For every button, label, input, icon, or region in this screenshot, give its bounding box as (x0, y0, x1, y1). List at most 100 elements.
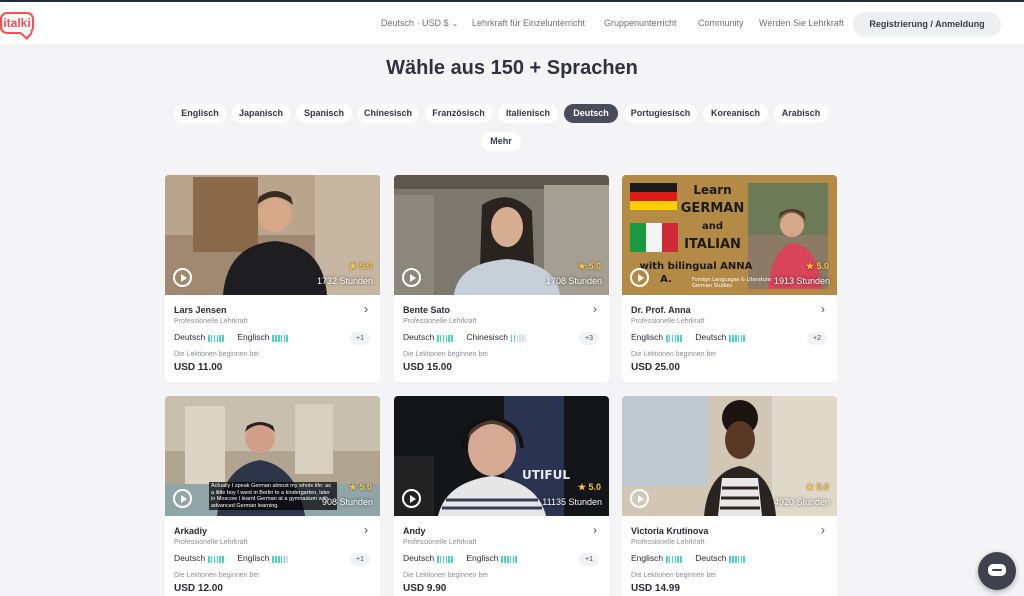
teacher-name[interactable]: Bente Sato (403, 305, 450, 315)
lang-pill-german[interactable]: Deutsch (564, 104, 618, 123)
teacher-video-thumbnail[interactable]: ★ 5.0 1708 Stunden (394, 175, 609, 295)
teacher-card-victoria-krutinova[interactable]: ★ 5.0 4920 Stunden Victoria Krutinova › … (622, 396, 837, 596)
teacher-card-arkadiy[interactable]: Actually I speak German almost my whole … (165, 396, 380, 596)
locale-selector[interactable]: Deutsch · USD $ ⌄ (381, 18, 458, 28)
language-item: Deutsch (695, 332, 746, 343)
teacher-video-thumbnail[interactable]: ★ 5.0 1732 Stunden (165, 175, 380, 295)
more-languages-badge[interactable]: +1 (350, 553, 370, 566)
rating-badge: ★ 5.0 (805, 482, 829, 492)
teacher-name[interactable]: Lars Jensen (174, 305, 227, 315)
teacher-type: Professionelle Lehrkraft (403, 539, 477, 546)
teacher-languages: Deutsch Englisch (174, 553, 299, 564)
teacher-languages: Deutsch Englisch (174, 332, 299, 343)
teacher-card-bente-sato[interactable]: ★ 5.0 1708 Stunden Bente Sato › Professi… (394, 175, 609, 382)
play-icon[interactable] (630, 268, 649, 287)
level-bars-icon (272, 554, 289, 564)
lesson-price: USD 14.99 (631, 583, 680, 594)
lang-pill-italian[interactable]: Italienisch (498, 104, 558, 123)
nav-community[interactable]: Community (698, 18, 744, 28)
teacher-name[interactable]: Dr. Prof. Anna (631, 305, 691, 315)
teacher-video-thumbnail[interactable]: Learn GERMAN and ITALIAN with bilingual … (622, 175, 837, 295)
teacher-name[interactable]: Arkadiy (174, 526, 207, 536)
rating-value: 5.0 (816, 482, 829, 492)
rating-value: 5.0 (588, 261, 601, 271)
lesson-hours: 1913 Stunden (773, 276, 830, 286)
language-name: Englisch (631, 332, 664, 342)
chevron-right-icon[interactable]: › (593, 302, 597, 316)
teacher-languages: Deutsch Chinesisch (403, 332, 538, 343)
language-item: Englisch (237, 553, 289, 564)
level-bars-icon (510, 333, 528, 343)
nav-one-on-one[interactable]: Lehrkraft für Einzelunterricht (472, 18, 585, 28)
rating-badge: ★ 5.0 (805, 261, 829, 271)
chevron-right-icon[interactable]: › (821, 523, 825, 537)
language-item: Chinesisch (466, 332, 527, 343)
teacher-video-thumbnail[interactable]: Actually I speak German almost my whole … (165, 396, 380, 516)
language-name: Englisch (237, 553, 270, 563)
level-bars-icon (437, 333, 454, 343)
level-bars-icon (666, 333, 683, 343)
level-bars-icon (729, 554, 746, 564)
play-icon[interactable] (173, 268, 192, 287)
lang-pill-korean[interactable]: Koreanisch (703, 104, 768, 123)
more-languages-badge[interactable]: +1 (579, 553, 599, 566)
chat-support-button[interactable] (978, 552, 1016, 590)
lang-pill-portuguese[interactable]: Portugiesisch (624, 104, 697, 123)
level-bars-icon (272, 333, 289, 343)
chevron-right-icon[interactable]: › (821, 302, 825, 316)
level-bars-icon (729, 333, 746, 343)
play-icon[interactable] (173, 489, 192, 508)
more-languages-badge[interactable]: +1 (350, 332, 370, 345)
lesson-price: USD 25.00 (631, 362, 680, 373)
teacher-name[interactable]: Victoria Krutinova (631, 526, 708, 536)
promo-line: ITALIAN (684, 237, 741, 252)
play-icon[interactable] (402, 268, 421, 287)
teacher-video-thumbnail[interactable]: UTIFUL ★ 5.0 11135 Stunden (394, 396, 609, 516)
chevron-right-icon[interactable]: › (364, 302, 368, 316)
lang-pill-spanish[interactable]: Spanisch (296, 104, 352, 123)
lang-pill-arabic[interactable]: Arabisch (774, 104, 828, 123)
lang-pill-french[interactable]: Französisch (425, 104, 492, 123)
teacher-video-thumbnail[interactable]: ★ 5.0 4920 Stunden (622, 396, 837, 516)
lang-pill-japanese[interactable]: Japanisch (232, 104, 290, 123)
teacher-type: Professionelle Lehrkraft (631, 318, 705, 325)
language-item: Englisch (237, 332, 289, 343)
level-bars-icon (208, 333, 225, 343)
lang-pill-chinese[interactable]: Chinesisch (358, 104, 418, 123)
lang-pill-more[interactable]: Mehr (481, 132, 521, 151)
teacher-name[interactable]: Andy (403, 526, 426, 536)
price-label: Die Lektionen beginnen bei (631, 351, 716, 358)
chevron-right-icon[interactable]: › (593, 523, 597, 537)
top-bar: italki Deutsch · USD $ ⌄ Lehrkraft für Ei… (0, 0, 1024, 44)
lesson-hours: 11135 Stunden (542, 497, 602, 507)
italki-logo[interactable]: italki (0, 12, 34, 34)
nav-group-classes[interactable]: Gruppenunterricht (604, 18, 677, 28)
promo-line: and (701, 221, 724, 232)
play-icon[interactable] (630, 489, 649, 508)
more-languages-badge[interactable]: +3 (579, 332, 599, 345)
more-languages-badge[interactable]: +2 (807, 332, 827, 345)
language-item: Deutsch (174, 332, 225, 343)
language-name: Englisch (631, 553, 664, 563)
language-item: Englisch (631, 553, 683, 564)
rating-value: 5.0 (816, 261, 829, 271)
lang-pill-english[interactable]: Englisch (174, 104, 226, 123)
teacher-card-dr-prof-anna[interactable]: Learn GERMAN and ITALIAN with bilingual … (622, 175, 837, 382)
price-label: Die Lektionen beginnen bei (174, 572, 259, 579)
teacher-type: Professionelle Lehrkraft (174, 318, 248, 325)
lesson-price: USD 11.00 (174, 362, 223, 373)
price-label: Die Lektionen beginnen bei (403, 572, 488, 579)
play-icon[interactable] (402, 489, 421, 508)
language-item: Englisch (631, 332, 683, 343)
signup-login-button[interactable]: Registrierung / Anmeldung (853, 12, 1001, 37)
nav-become-teacher[interactable]: Werden Sie Lehrkraft (759, 18, 844, 28)
teacher-card-lars-jensen[interactable]: ★ 5.0 1732 Stunden Lars Jensen › Profess… (165, 175, 380, 382)
rating-value: 5.0 (588, 482, 601, 492)
teacher-languages: Deutsch Englisch (403, 553, 528, 564)
price-label: Die Lektionen beginnen bei (631, 572, 716, 579)
chevron-right-icon[interactable]: › (364, 523, 368, 537)
level-bars-icon (501, 554, 518, 564)
language-name: Englisch (237, 332, 270, 342)
teacher-card-andy[interactable]: UTIFUL ★ 5.0 11135 Stunden Andy › Profes… (394, 396, 609, 596)
language-item: Deutsch (403, 332, 454, 343)
